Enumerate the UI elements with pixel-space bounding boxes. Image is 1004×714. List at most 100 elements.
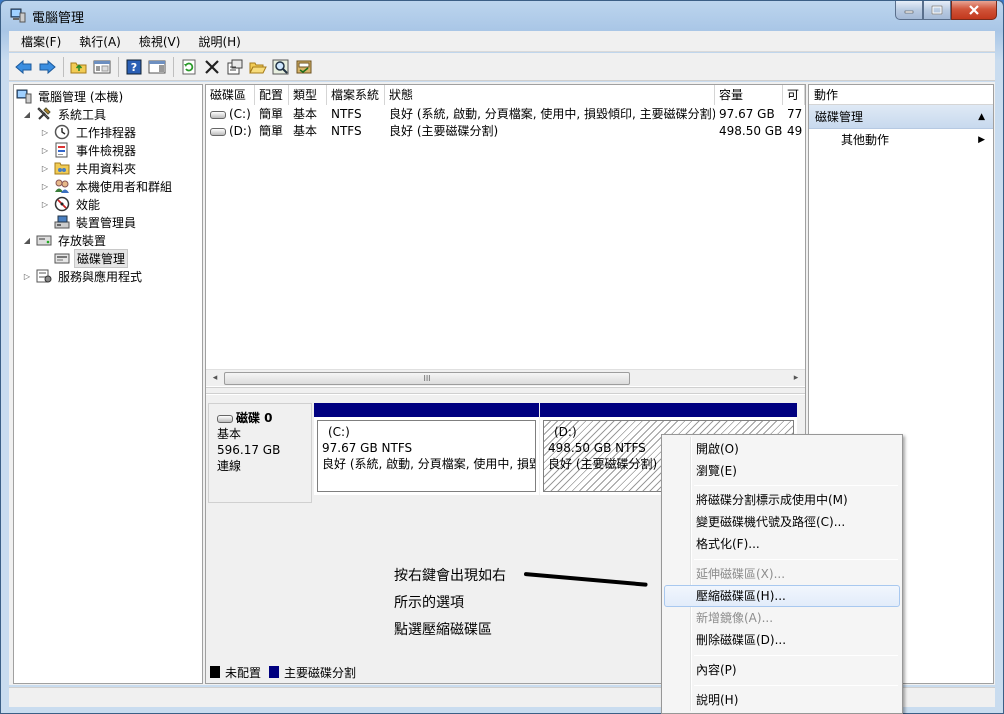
tree-label: 磁碟管理 <box>74 248 129 268</box>
partition-details: (C:) 97.67 GB NTFS 良好 (系統, 啟動, 分頁檔案, 使用中… <box>317 420 536 492</box>
expanded-triangle-icon[interactable]: ◢ <box>22 236 32 245</box>
column-header-volume[interactable]: 磁碟區 <box>206 85 255 105</box>
close-button[interactable] <box>951 1 997 20</box>
tree-label: 電腦管理 (本機) <box>38 89 124 104</box>
actions-section-disk-management[interactable]: 磁碟管理 ▲ <box>809 105 993 129</box>
filesystem-cell: NTFS <box>331 107 362 121</box>
maximize-button[interactable] <box>923 1 951 20</box>
ctx-format[interactable]: 格式化(F)... <box>664 533 900 555</box>
collapsed-triangle-icon[interactable]: ▷ <box>40 164 50 173</box>
tree-item-device-manager[interactable]: 裝置管理員 <box>54 213 138 231</box>
column-header-capacity[interactable]: 容量 <box>715 85 783 105</box>
disk-settings-button[interactable] <box>293 56 315 78</box>
help-button[interactable]: ? <box>123 56 145 78</box>
magnifier-icon <box>272 59 289 74</box>
legend-swatch <box>269 666 280 678</box>
properties-button[interactable] <box>224 56 246 78</box>
collapsed-triangle-icon[interactable]: ▷ <box>40 146 50 155</box>
tree-item-services-apps[interactable]: ▷ 服務與應用程式 <box>22 267 144 285</box>
menu-view[interactable]: 檢視(V) <box>133 33 187 50</box>
scroll-right-icon[interactable]: ▸ <box>789 372 803 385</box>
collapse-up-icon[interactable]: ▲ <box>978 105 985 129</box>
show-hide-action-pane-button[interactable] <box>146 56 168 78</box>
tree-item-disk-management[interactable]: 磁碟管理 <box>54 248 129 268</box>
capacity-cell: 97.67 GB <box>719 107 775 121</box>
ctx-shrink-volume[interactable]: 壓縮磁碟區(H)... <box>664 585 900 607</box>
ctx-extend-volume: 延伸磁碟區(X)... <box>696 567 786 581</box>
collapsed-triangle-icon[interactable]: ▷ <box>40 128 50 137</box>
ctx-explore[interactable]: 瀏覽(E) <box>664 460 900 482</box>
volume-row-d[interactable]: (D:) 簡單 基本 NTFS 良好 (主要磁碟分割) 498.50 GB 49 <box>206 123 805 140</box>
tree-item-root[interactable]: 電腦管理 (本機) <box>16 87 125 105</box>
collapsed-triangle-icon[interactable]: ▷ <box>22 272 32 281</box>
refresh-button[interactable] <box>178 56 200 78</box>
partition-size-fs: 97.67 GB NTFS <box>322 441 413 455</box>
disk-icon <box>217 414 233 423</box>
up-folder-button[interactable] <box>68 56 90 78</box>
toolbar-separator <box>118 56 119 77</box>
column-header-filesystem[interactable]: 檔案系統 <box>327 85 385 105</box>
delete-button[interactable] <box>201 56 223 78</box>
tree-item-local-users[interactable]: ▷ 本機使用者和群組 <box>40 177 174 195</box>
tree-item-storage[interactable]: ◢ 存放裝置 <box>22 231 108 249</box>
tutorial-annotation: 按右鍵會出現如右 所示的選項 點選壓縮磁碟區 <box>394 563 506 644</box>
legend-swatch <box>210 666 220 678</box>
minimize-button[interactable] <box>895 1 923 20</box>
disk-title-row: 磁碟 0 <box>217 410 311 426</box>
ctx-change-letter[interactable]: 變更磁碟機代號及路徑(C)... <box>664 511 900 533</box>
collapsed-triangle-icon[interactable]: ▷ <box>40 200 50 209</box>
show-hide-tree-button[interactable] <box>91 56 113 78</box>
free-cell: 77 <box>787 107 803 121</box>
partition-c[interactable]: (C:) 97.67 GB NTFS 良好 (系統, 啟動, 分頁檔案, 使用中… <box>314 403 539 495</box>
expanded-triangle-icon[interactable]: ◢ <box>22 110 32 119</box>
drive-icon <box>210 110 226 119</box>
menu-file[interactable]: 檔案(F) <box>15 33 67 50</box>
tree-item-shared-folders[interactable]: ▷ 共用資料夾 <box>40 159 138 177</box>
horizontal-scrollbar[interactable]: ◂ III ▸ <box>206 369 805 386</box>
open-button[interactable] <box>247 56 269 78</box>
disk-0-info[interactable]: 磁碟 0 基本 596.17 GB 連線 <box>208 403 312 503</box>
layout-cell: 簡單 <box>259 124 284 138</box>
partition-bar <box>314 403 539 417</box>
tree-item-event-viewer[interactable]: ▷ 事件檢視器 <box>40 141 138 159</box>
title-bar[interactable]: 電腦管理 <box>1 1 1003 29</box>
menu-help[interactable]: 說明(H) <box>192 33 246 50</box>
scroll-left-icon[interactable]: ◂ <box>208 372 222 385</box>
collapsed-triangle-icon[interactable]: ▷ <box>40 182 50 191</box>
find-button[interactable] <box>270 56 292 78</box>
legend-label: 主要磁碟分割 <box>284 665 357 680</box>
tree-label: 系統工具 <box>58 107 107 122</box>
column-header-type[interactable]: 類型 <box>289 85 327 105</box>
svg-text:?: ? <box>131 61 137 74</box>
window-controls <box>895 1 997 20</box>
tree-label: 存放裝置 <box>58 233 107 248</box>
ctx-open[interactable]: 開啟(O) <box>664 438 900 460</box>
volume-row-c[interactable]: (C:) 簡單 基本 NTFS 良好 (系統, 啟動, 分頁檔案, 使用中, 損… <box>206 106 805 123</box>
computer-management-icon <box>16 89 32 104</box>
ctx-mark-active[interactable]: 將磁碟分割標示成使用中(M) <box>664 489 900 511</box>
tree-label: 共用資料夾 <box>76 161 137 176</box>
column-header-free[interactable]: 可 <box>783 85 805 105</box>
drive-icon <box>210 127 226 136</box>
back-arrow-icon <box>15 59 32 74</box>
delete-x-icon <box>205 59 219 74</box>
scrollbar-thumb[interactable]: III <box>224 372 630 385</box>
toolbar-separator <box>63 56 64 77</box>
column-header-status[interactable]: 狀態 <box>385 85 715 105</box>
event-viewer-icon <box>55 142 68 158</box>
forward-button[interactable] <box>36 56 58 78</box>
ctx-properties[interactable]: 內容(P) <box>664 659 900 681</box>
column-header-layout[interactable]: 配置 <box>255 85 289 105</box>
menu-action[interactable]: 執行(A) <box>73 33 127 50</box>
disk-check-icon <box>296 60 312 73</box>
tree-item-task-scheduler[interactable]: ▷ 工作排程器 <box>40 123 138 141</box>
action-more-actions[interactable]: 其他動作 ▶ <box>809 129 993 151</box>
annotation-line-3: 點選壓縮磁碟區 <box>394 622 492 638</box>
tree-item-performance[interactable]: ▷ 效能 <box>40 195 102 213</box>
ctx-separator <box>694 559 898 560</box>
ctx-delete-volume[interactable]: 刪除磁碟區(D)... <box>664 629 900 651</box>
tree-item-system-tools[interactable]: ◢ 系統工具 <box>22 105 108 123</box>
back-button[interactable] <box>13 56 35 78</box>
pane-splitter[interactable] <box>206 387 805 394</box>
ctx-help[interactable]: 說明(H) <box>664 689 900 711</box>
